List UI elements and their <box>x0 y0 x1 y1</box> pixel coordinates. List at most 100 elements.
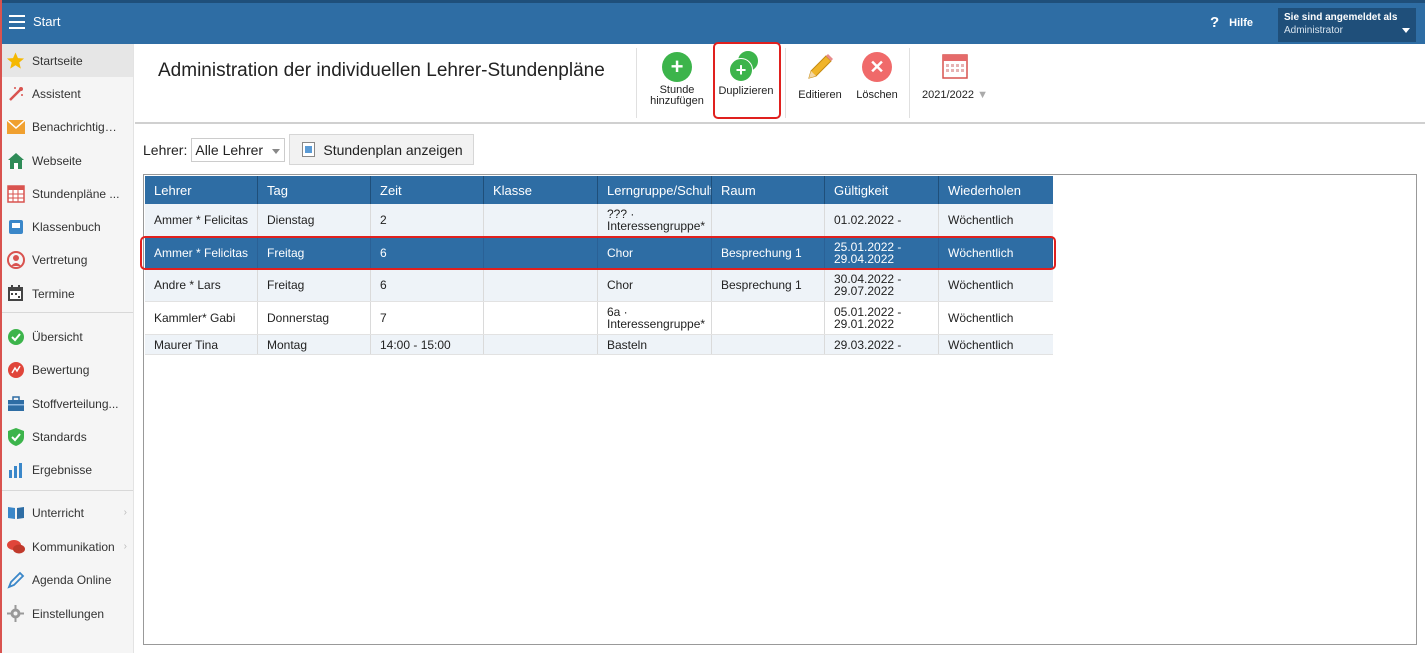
column-header-zeit[interactable]: Zeit <box>371 176 484 204</box>
cell-lehrer: Kammler* Gabi <box>145 302 258 334</box>
book-icon <box>6 503 25 522</box>
shield-check-icon <box>6 427 25 446</box>
cell-zeit: 7 <box>371 302 484 334</box>
calendar-icon <box>6 284 25 303</box>
edit-button[interactable]: Editieren <box>794 52 846 101</box>
user-caption: Sie sind angemeldet als <box>1284 12 1398 23</box>
sidebar-divider <box>2 312 133 313</box>
star-icon <box>6 51 25 70</box>
magic-wand-icon <box>6 84 25 103</box>
app-title[interactable]: Start <box>33 14 60 29</box>
sidebar-item-startseite[interactable]: Startseite <box>2 44 133 77</box>
column-header-raum[interactable]: Raum <box>712 176 825 204</box>
delete-label: Löschen <box>856 89 898 101</box>
sidebar-item-agenda-online[interactable]: Agenda Online <box>2 563 133 596</box>
sidebar-item-unterricht[interactable]: Unterricht › <box>2 496 133 529</box>
column-header-wiederholen[interactable]: Wiederholen <box>939 176 1053 204</box>
cell-lerngruppe: ??? · Interessengruppe* <box>598 204 712 236</box>
bar-chart-icon <box>6 460 25 479</box>
page-header: Administration der individuellen Lehrer-… <box>135 42 1425 124</box>
check-circle-icon <box>6 327 25 346</box>
table-row[interactable]: Kammler* Gabi Donnerstag 7 6a · Interesse… <box>145 302 1053 335</box>
cell-tag: Dienstag <box>258 204 371 236</box>
column-header-lehrer[interactable]: Lehrer <box>145 176 258 204</box>
app-frame: Start ? Hilfe Sie sind angemeldet als Ad… <box>0 0 1425 653</box>
teacher-filter-label: Lehrer: <box>143 141 188 158</box>
cell-wiederholen: Wöchentlich <box>948 337 1014 352</box>
chevron-down-icon: ▼ <box>977 89 988 101</box>
column-header-tag[interactable]: Tag <box>258 176 371 204</box>
envelope-icon <box>6 117 25 136</box>
pen-icon <box>6 570 25 589</box>
selected-row-highlight-box <box>140 236 1056 270</box>
classbook-icon <box>6 217 25 236</box>
cell-zeit: 6 <box>371 269 484 301</box>
delete-x-icon: ✕ <box>862 52 892 82</box>
cell-gueltigkeit: 29.03.2022 - <box>825 335 939 354</box>
column-header-gueltigkeit[interactable]: Gültigkeit <box>825 176 939 204</box>
cell-klasse <box>484 335 598 354</box>
table-row[interactable]: Maurer Tina Montag 14:00 - 15:00 Basteln… <box>145 335 1053 355</box>
duplicate-highlight-box <box>713 42 781 119</box>
toolbar-divider <box>909 48 910 118</box>
sidebar-item-vertretung[interactable]: Vertretung <box>2 243 133 276</box>
teacher-select-value: Alle Lehrer <box>195 141 264 158</box>
cell-lerngruppe: 6a · Interessengruppe* <box>598 302 712 334</box>
sidebar-item-stoffverteilung[interactable]: Stoffverteilung... <box>2 387 133 420</box>
sidebar-item-ergebnisse[interactable]: Ergebnisse <box>2 453 133 486</box>
delete-button[interactable]: ✕ Löschen <box>849 52 905 101</box>
sidebar-item-standards[interactable]: Standards <box>2 420 133 453</box>
page-title: Administration der individuellen Lehrer-… <box>158 60 605 81</box>
help-link[interactable]: ? Hilfe <box>1210 14 1253 31</box>
substitute-person-icon <box>6 250 25 269</box>
cell-lehrer: Ammer * Felicitas <box>145 204 258 236</box>
timetable-icon <box>6 184 25 203</box>
sidebar-item-assistent[interactable]: Assistent <box>2 77 133 110</box>
rating-icon <box>6 360 25 379</box>
cell-wiederholen: Wöchentlich <box>948 311 1014 325</box>
sidebar-item-kommunikation[interactable]: Kommunikation › <box>2 530 133 563</box>
table-row[interactable]: Ammer * Felicitas Dienstag 2 ??? · Intere… <box>145 204 1053 237</box>
help-label: Hilfe <box>1229 16 1254 29</box>
cell-wiederholen: Wöchentlich <box>948 278 1014 292</box>
gear-icon <box>6 604 25 623</box>
sidebar-item-uebersicht[interactable]: Übersicht <box>2 320 133 353</box>
column-header-klasse[interactable]: Klasse <box>484 176 598 204</box>
cell-raum <box>712 335 825 354</box>
teacher-select[interactable]: Alle Lehrer <box>191 137 286 162</box>
sidebar-item-klassenbuch[interactable]: Klassenbuch <box>2 210 133 243</box>
sidebar-item-einstellungen[interactable]: Einstellungen <box>2 597 133 630</box>
timetable-grid: Lehrer Tag Zeit Klasse Lerngruppe/Schulf… <box>140 174 1417 645</box>
home-icon <box>6 151 25 170</box>
sidebar-item-stundenplaene[interactable]: Stundenpläne ... <box>2 177 133 210</box>
sidebar-item-termine[interactable]: Termine <box>2 277 133 310</box>
cell-gueltigkeit: 05.01.2022 -29.01.2022 <box>825 302 939 334</box>
cell-klasse <box>484 269 598 301</box>
add-lesson-button[interactable]: + Stunde hinzufügen <box>647 52 707 107</box>
question-icon: ? <box>1210 14 1220 31</box>
cell-tag: Freitag <box>258 269 371 301</box>
hamburger-menu-icon[interactable] <box>9 15 25 29</box>
cell-wiederholen: Wöchentlich <box>948 213 1014 227</box>
table-header: Lehrer Tag Zeit Klasse Lerngruppe/Schulf… <box>145 176 1053 204</box>
toolbar-divider <box>636 48 637 118</box>
cell-zeit: 2 <box>371 204 484 236</box>
table-row[interactable]: Andre * Lars Freitag 6 Chor Besprechung … <box>145 269 1053 302</box>
sidebar-item-webseite[interactable]: Webseite <box>2 144 133 177</box>
top-bar: Start ? Hilfe Sie sind angemeldet als Ad… <box>2 0 1425 44</box>
toolbar-divider <box>785 48 786 118</box>
school-year-selector[interactable]: 2021/2022 ▼ <box>919 52 991 101</box>
chevron-right-icon: › <box>123 507 127 518</box>
sidebar-item-benachrichtigungen[interactable]: Benachrichtigu... <box>2 110 133 143</box>
cell-klasse <box>484 302 598 334</box>
user-dropdown[interactable]: Sie sind angemeldet als Administrator <box>1278 8 1416 42</box>
cell-tag: Donnerstag <box>258 302 371 334</box>
sidebar-item-bewertung[interactable]: Bewertung <box>2 353 133 386</box>
cell-tag: Montag <box>258 335 371 354</box>
chevron-right-icon: › <box>123 541 127 552</box>
show-timetable-button[interactable]: Stundenplan anzeigen <box>289 134 474 165</box>
calendar-icon <box>941 52 969 80</box>
column-header-lerngruppe[interactable]: Lerngruppe/Schulfa <box>598 176 712 204</box>
cell-lerngruppe: Chor <box>598 269 712 301</box>
cell-gueltigkeit: 01.02.2022 - <box>825 204 939 236</box>
